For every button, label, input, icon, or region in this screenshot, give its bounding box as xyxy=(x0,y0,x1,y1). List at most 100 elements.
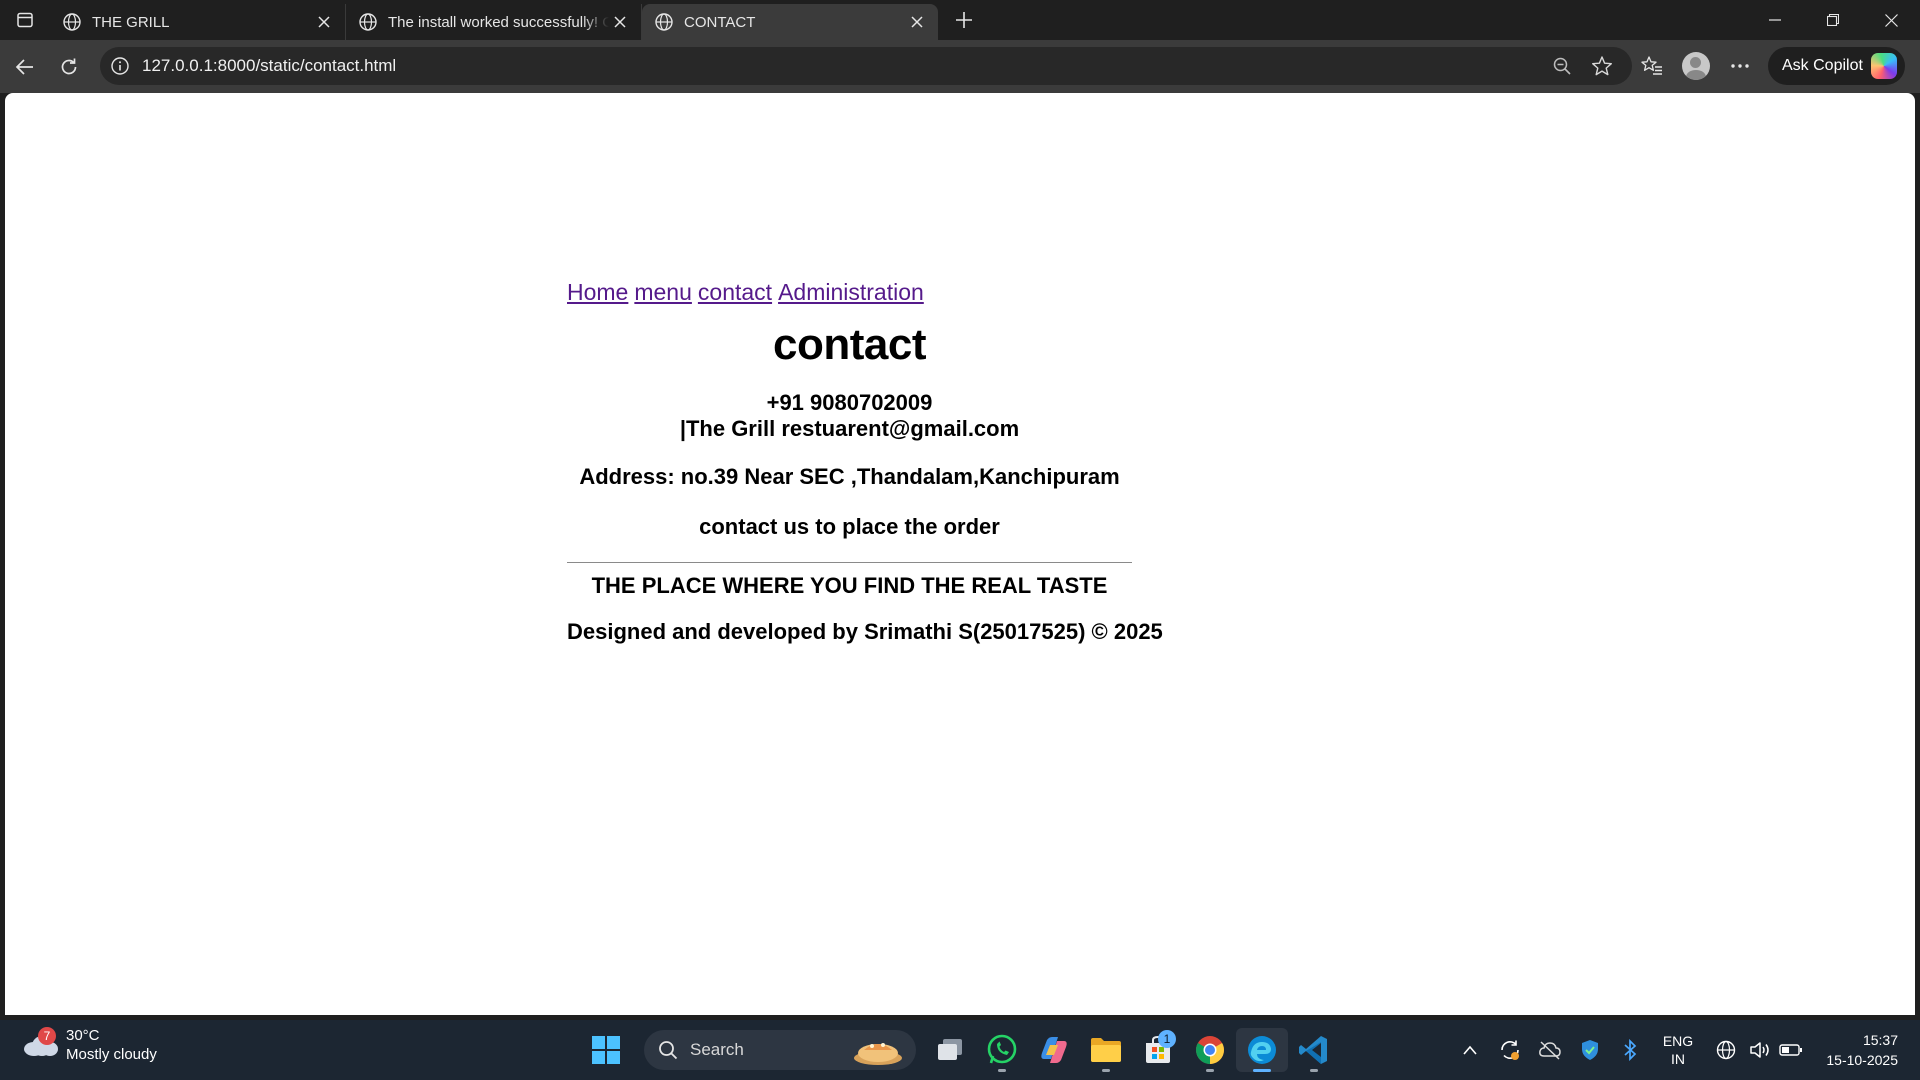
credits-text: Designed and developed by Srimathi S(250… xyxy=(567,619,1163,644)
search-highlight-icon xyxy=(854,1043,902,1065)
running-indicator xyxy=(1102,1069,1110,1072)
volume-tray-button[interactable] xyxy=(1746,1030,1776,1070)
search-icon xyxy=(659,1041,678,1060)
taskbar-search[interactable]: Search xyxy=(644,1030,916,1070)
tab-close-button[interactable] xyxy=(609,11,631,33)
url-text[interactable]: 127.0.0.1:8000/static/contact.html xyxy=(142,56,1542,76)
restore-button[interactable] xyxy=(1804,0,1862,40)
running-indicator xyxy=(1206,1069,1214,1072)
battery-tray-button[interactable] xyxy=(1776,1030,1806,1070)
system-clock[interactable]: 15:37 15-10-2025 xyxy=(1826,1030,1898,1070)
sync-icon xyxy=(1501,1040,1519,1060)
task-view-button[interactable] xyxy=(924,1028,976,1072)
address-text: Address: no.39 Near SEC ,Thandalam,Kanch… xyxy=(579,464,1120,489)
tab-the-grill[interactable]: THE GRILL xyxy=(50,4,346,40)
taskbar: 7 30°C Mostly cloudy Search 1 ENG IN 15:… xyxy=(0,1020,1920,1080)
site-nav: Home menu contact Administration xyxy=(567,279,1132,306)
clock-time: 15:37 xyxy=(1862,1032,1898,1048)
favorites-icon xyxy=(1641,56,1662,75)
address-bar[interactable]: 127.0.0.1:8000/static/contact.html xyxy=(100,47,1632,85)
tab-strip: THE GRILL The install worked successfull… xyxy=(0,0,1920,40)
bluetooth-tray-button[interactable] xyxy=(1610,1030,1650,1070)
cloud-icon: 7 xyxy=(22,1027,58,1058)
speaker-icon xyxy=(1750,1042,1769,1058)
ask-copilot-button[interactable]: Ask Copilot xyxy=(1768,47,1905,85)
nav-link-contact[interactable]: contact xyxy=(698,279,772,305)
close-icon xyxy=(911,16,923,28)
plus-icon xyxy=(956,12,972,28)
globe-icon xyxy=(655,13,673,31)
sync-tray-button[interactable] xyxy=(1490,1030,1530,1070)
minimize-icon xyxy=(1769,19,1781,21)
star-icon xyxy=(1592,56,1612,76)
chrome-app[interactable] xyxy=(1184,1028,1236,1072)
task-view-icon xyxy=(938,1039,962,1060)
weather-badge: 7 xyxy=(38,1027,56,1045)
favorite-button[interactable] xyxy=(1582,44,1622,88)
store-app[interactable]: 1 xyxy=(1132,1028,1184,1072)
tab-close-button[interactable] xyxy=(906,11,928,33)
file-explorer-app[interactable] xyxy=(1080,1028,1132,1072)
tab-actions-icon xyxy=(17,12,33,28)
tab-title: The install worked successfully! Congrat… xyxy=(388,13,609,31)
favorites-button[interactable] xyxy=(1630,44,1674,88)
weather-condition: Mostly cloudy xyxy=(66,1046,157,1063)
folder-icon xyxy=(1091,1038,1121,1062)
nav-link-home[interactable]: Home xyxy=(567,279,628,305)
avatar xyxy=(1682,52,1710,80)
chevron-up-icon xyxy=(1463,1045,1477,1055)
tab-contact[interactable]: CONTACT xyxy=(642,4,938,40)
toolbar-right: Ask Copilot xyxy=(1630,44,1905,88)
chrome-icon xyxy=(1196,1036,1224,1064)
edge-app[interactable] xyxy=(1236,1028,1288,1072)
more-icon xyxy=(1731,64,1749,68)
windows-icon xyxy=(592,1036,620,1064)
more-options-button[interactable] xyxy=(1718,44,1762,88)
running-indicator xyxy=(1310,1069,1318,1072)
new-tab-button[interactable] xyxy=(944,0,984,40)
close-window-button[interactable] xyxy=(1862,0,1920,40)
contact-page: Home menu contact Administration contact +9… xyxy=(567,279,1163,645)
zoom-button[interactable] xyxy=(1542,44,1582,88)
tab-close-button[interactable] xyxy=(313,11,335,33)
back-button[interactable] xyxy=(3,45,47,89)
weather-widget[interactable]: 7 30°C Mostly cloudy xyxy=(22,1026,157,1064)
network-tray-button[interactable] xyxy=(1706,1030,1746,1070)
window-controls xyxy=(1746,0,1920,40)
region-code: IN xyxy=(1671,1051,1685,1067)
whatsapp-app[interactable] xyxy=(976,1028,1028,1072)
network-globe-icon xyxy=(1716,1040,1736,1060)
site-info-icon[interactable] xyxy=(110,56,130,76)
store-badge: 1 xyxy=(1158,1030,1176,1048)
edge-icon xyxy=(1248,1036,1276,1064)
tab-title: CONTACT xyxy=(684,13,756,31)
language-indicator[interactable]: ENG IN xyxy=(1650,1032,1706,1068)
copilot-app[interactable] xyxy=(1028,1028,1080,1072)
copilot-label: Ask Copilot xyxy=(1782,57,1863,74)
tab-actions-button[interactable] xyxy=(0,0,50,40)
whatsapp-icon xyxy=(987,1034,1017,1064)
clock-date: 15-10-2025 xyxy=(1826,1052,1898,1068)
onedrive-tray-button[interactable] xyxy=(1530,1030,1570,1070)
minimize-button[interactable] xyxy=(1746,0,1804,40)
page-title: contact xyxy=(773,320,926,369)
page-viewport: Home menu contact Administration contact +9… xyxy=(5,93,1915,1015)
nav-link-menu[interactable]: menu xyxy=(634,279,692,305)
phone-number: +91 9080702009 xyxy=(766,390,933,415)
close-icon xyxy=(614,16,626,28)
nav-link-administration[interactable]: Administration xyxy=(778,279,924,305)
tab-title: THE GRILL xyxy=(92,13,170,31)
email-address: |The Grill restuarent@gmail.com xyxy=(679,416,1020,441)
restore-icon xyxy=(1827,14,1839,26)
refresh-button[interactable] xyxy=(47,45,91,89)
start-button[interactable] xyxy=(580,1028,632,1072)
battery-icon xyxy=(1779,1044,1802,1056)
show-hidden-icons-button[interactable] xyxy=(1450,1030,1490,1070)
vscode-app[interactable] xyxy=(1288,1028,1340,1072)
tab-django-install[interactable]: The install worked successfully! Congrat… xyxy=(346,4,642,40)
order-text: contact us to place the order xyxy=(699,514,1000,539)
close-icon xyxy=(1884,13,1898,27)
security-tray-button[interactable] xyxy=(1570,1030,1610,1070)
copilot-icon xyxy=(1041,1037,1067,1063)
profile-button[interactable] xyxy=(1674,44,1718,88)
